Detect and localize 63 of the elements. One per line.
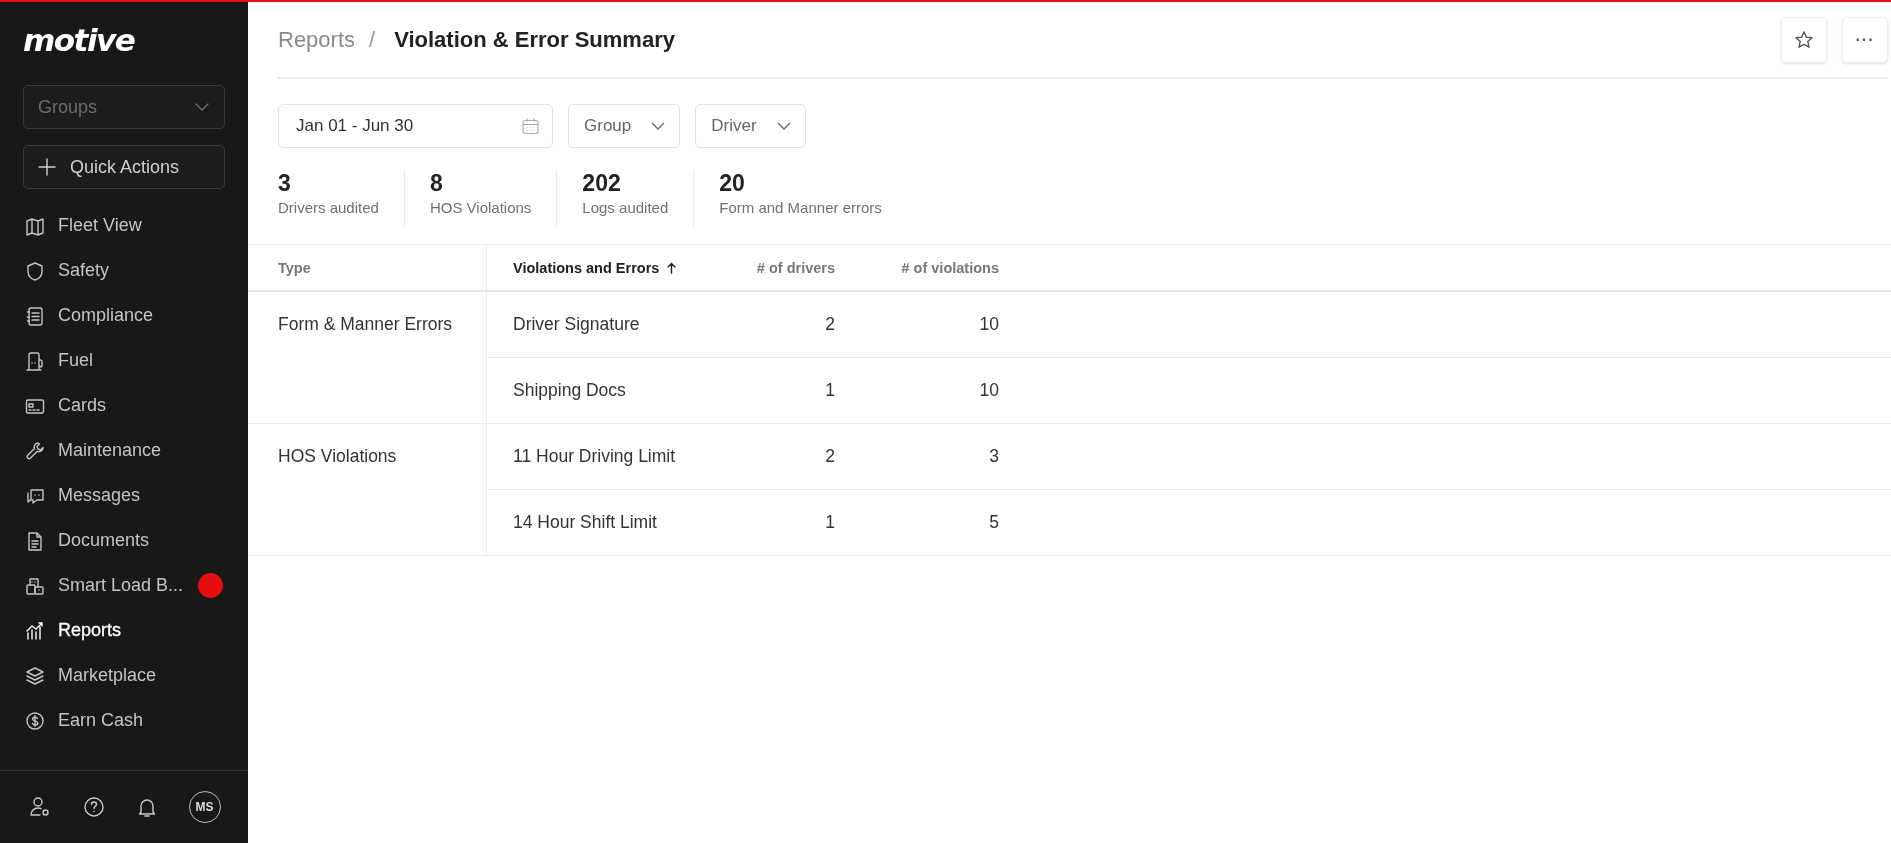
sidebar-item[interactable]: Compliance xyxy=(0,293,248,338)
favorite-star-button[interactable] xyxy=(1781,16,1827,63)
quick-actions-button[interactable]: Quick Actions xyxy=(23,145,225,189)
wrench-icon xyxy=(24,439,46,462)
table-cell: Driver Signature xyxy=(513,314,640,335)
table-cell: 14 Hour Shift Limit xyxy=(513,512,657,533)
table-cell: 10 xyxy=(979,314,999,335)
chevron-down-icon xyxy=(194,102,210,112)
user-settings-icon[interactable] xyxy=(27,795,52,819)
fuel-pump-icon xyxy=(24,349,46,372)
column-header[interactable]: Type xyxy=(278,259,311,276)
sidebar-item[interactable]: Maintenance xyxy=(0,428,248,473)
sort-arrow-up-icon xyxy=(667,261,677,274)
shield-icon xyxy=(24,259,46,282)
sidebar-item[interactable]: Documents xyxy=(0,518,248,563)
sidebar-item[interactable]: Smart Load B... xyxy=(0,563,248,608)
stat-value: 3 xyxy=(278,170,292,197)
breadcrumb-separator: / xyxy=(369,26,376,53)
help-icon[interactable] xyxy=(82,796,105,818)
sidebar-item[interactable]: Reports xyxy=(0,608,248,653)
chevron-down-icon xyxy=(776,121,791,131)
table-cell: 10 xyxy=(979,380,999,401)
table-cell: 3 xyxy=(989,446,999,467)
stat-label: HOS Violations xyxy=(429,199,532,216)
sidebar-item[interactable]: Fleet View xyxy=(0,203,248,248)
plus-icon xyxy=(38,158,56,176)
more-options-button[interactable]: ··· xyxy=(1842,16,1888,63)
page-title: Violation & Error Summary xyxy=(394,26,675,53)
table-cell: Form & Manner Errors xyxy=(278,314,453,334)
stat-label: Logs audited xyxy=(582,199,669,216)
filter-dropdown[interactable]: Driver xyxy=(695,104,806,148)
sidebar-item[interactable]: Earn Cash xyxy=(0,698,248,743)
sidebar-item[interactable]: Safety xyxy=(0,248,248,293)
sidebar-item[interactable]: Marketplace xyxy=(0,653,248,698)
stat-value: 8 xyxy=(429,170,444,197)
table-cell: 1 xyxy=(825,512,835,533)
table-cell: 5 xyxy=(989,512,999,533)
calendar-icon xyxy=(521,116,540,136)
table-cell: Shipping Docs xyxy=(513,380,626,401)
stat-label: Form and Manner errors xyxy=(719,199,882,216)
chevron-down-icon xyxy=(651,121,666,131)
filter-dropdown[interactable]: Group xyxy=(568,104,681,148)
layers-icon xyxy=(24,664,46,687)
sidebar-item[interactable]: Cards xyxy=(0,383,248,428)
column-header[interactable]: Violations and Errors xyxy=(513,259,660,276)
logo[interactable]: motive xyxy=(23,22,135,58)
dollar-coin-icon xyxy=(24,709,46,732)
star-icon xyxy=(1794,29,1814,50)
table-cell: 1 xyxy=(825,380,835,401)
table-cell: 2 xyxy=(825,446,835,467)
column-header[interactable]: # of violations xyxy=(901,259,999,276)
stat-label: Drivers audited xyxy=(278,199,379,216)
date-range-field[interactable]: Jan 01 - Jun 30 xyxy=(278,104,553,148)
table-cell: 11 Hour Driving Limit xyxy=(513,446,676,467)
sidebar-item[interactable]: Messages xyxy=(0,473,248,518)
chart-icon xyxy=(24,619,46,642)
sidebar-item[interactable]: Fuel xyxy=(0,338,248,383)
table-cell: HOS Violations xyxy=(278,446,397,466)
notebook-icon xyxy=(24,304,46,327)
stat-value: 20 xyxy=(719,170,746,197)
column-header[interactable]: # of drivers xyxy=(756,259,835,276)
table-cell: 2 xyxy=(825,314,835,335)
stat-value: 202 xyxy=(582,170,622,197)
